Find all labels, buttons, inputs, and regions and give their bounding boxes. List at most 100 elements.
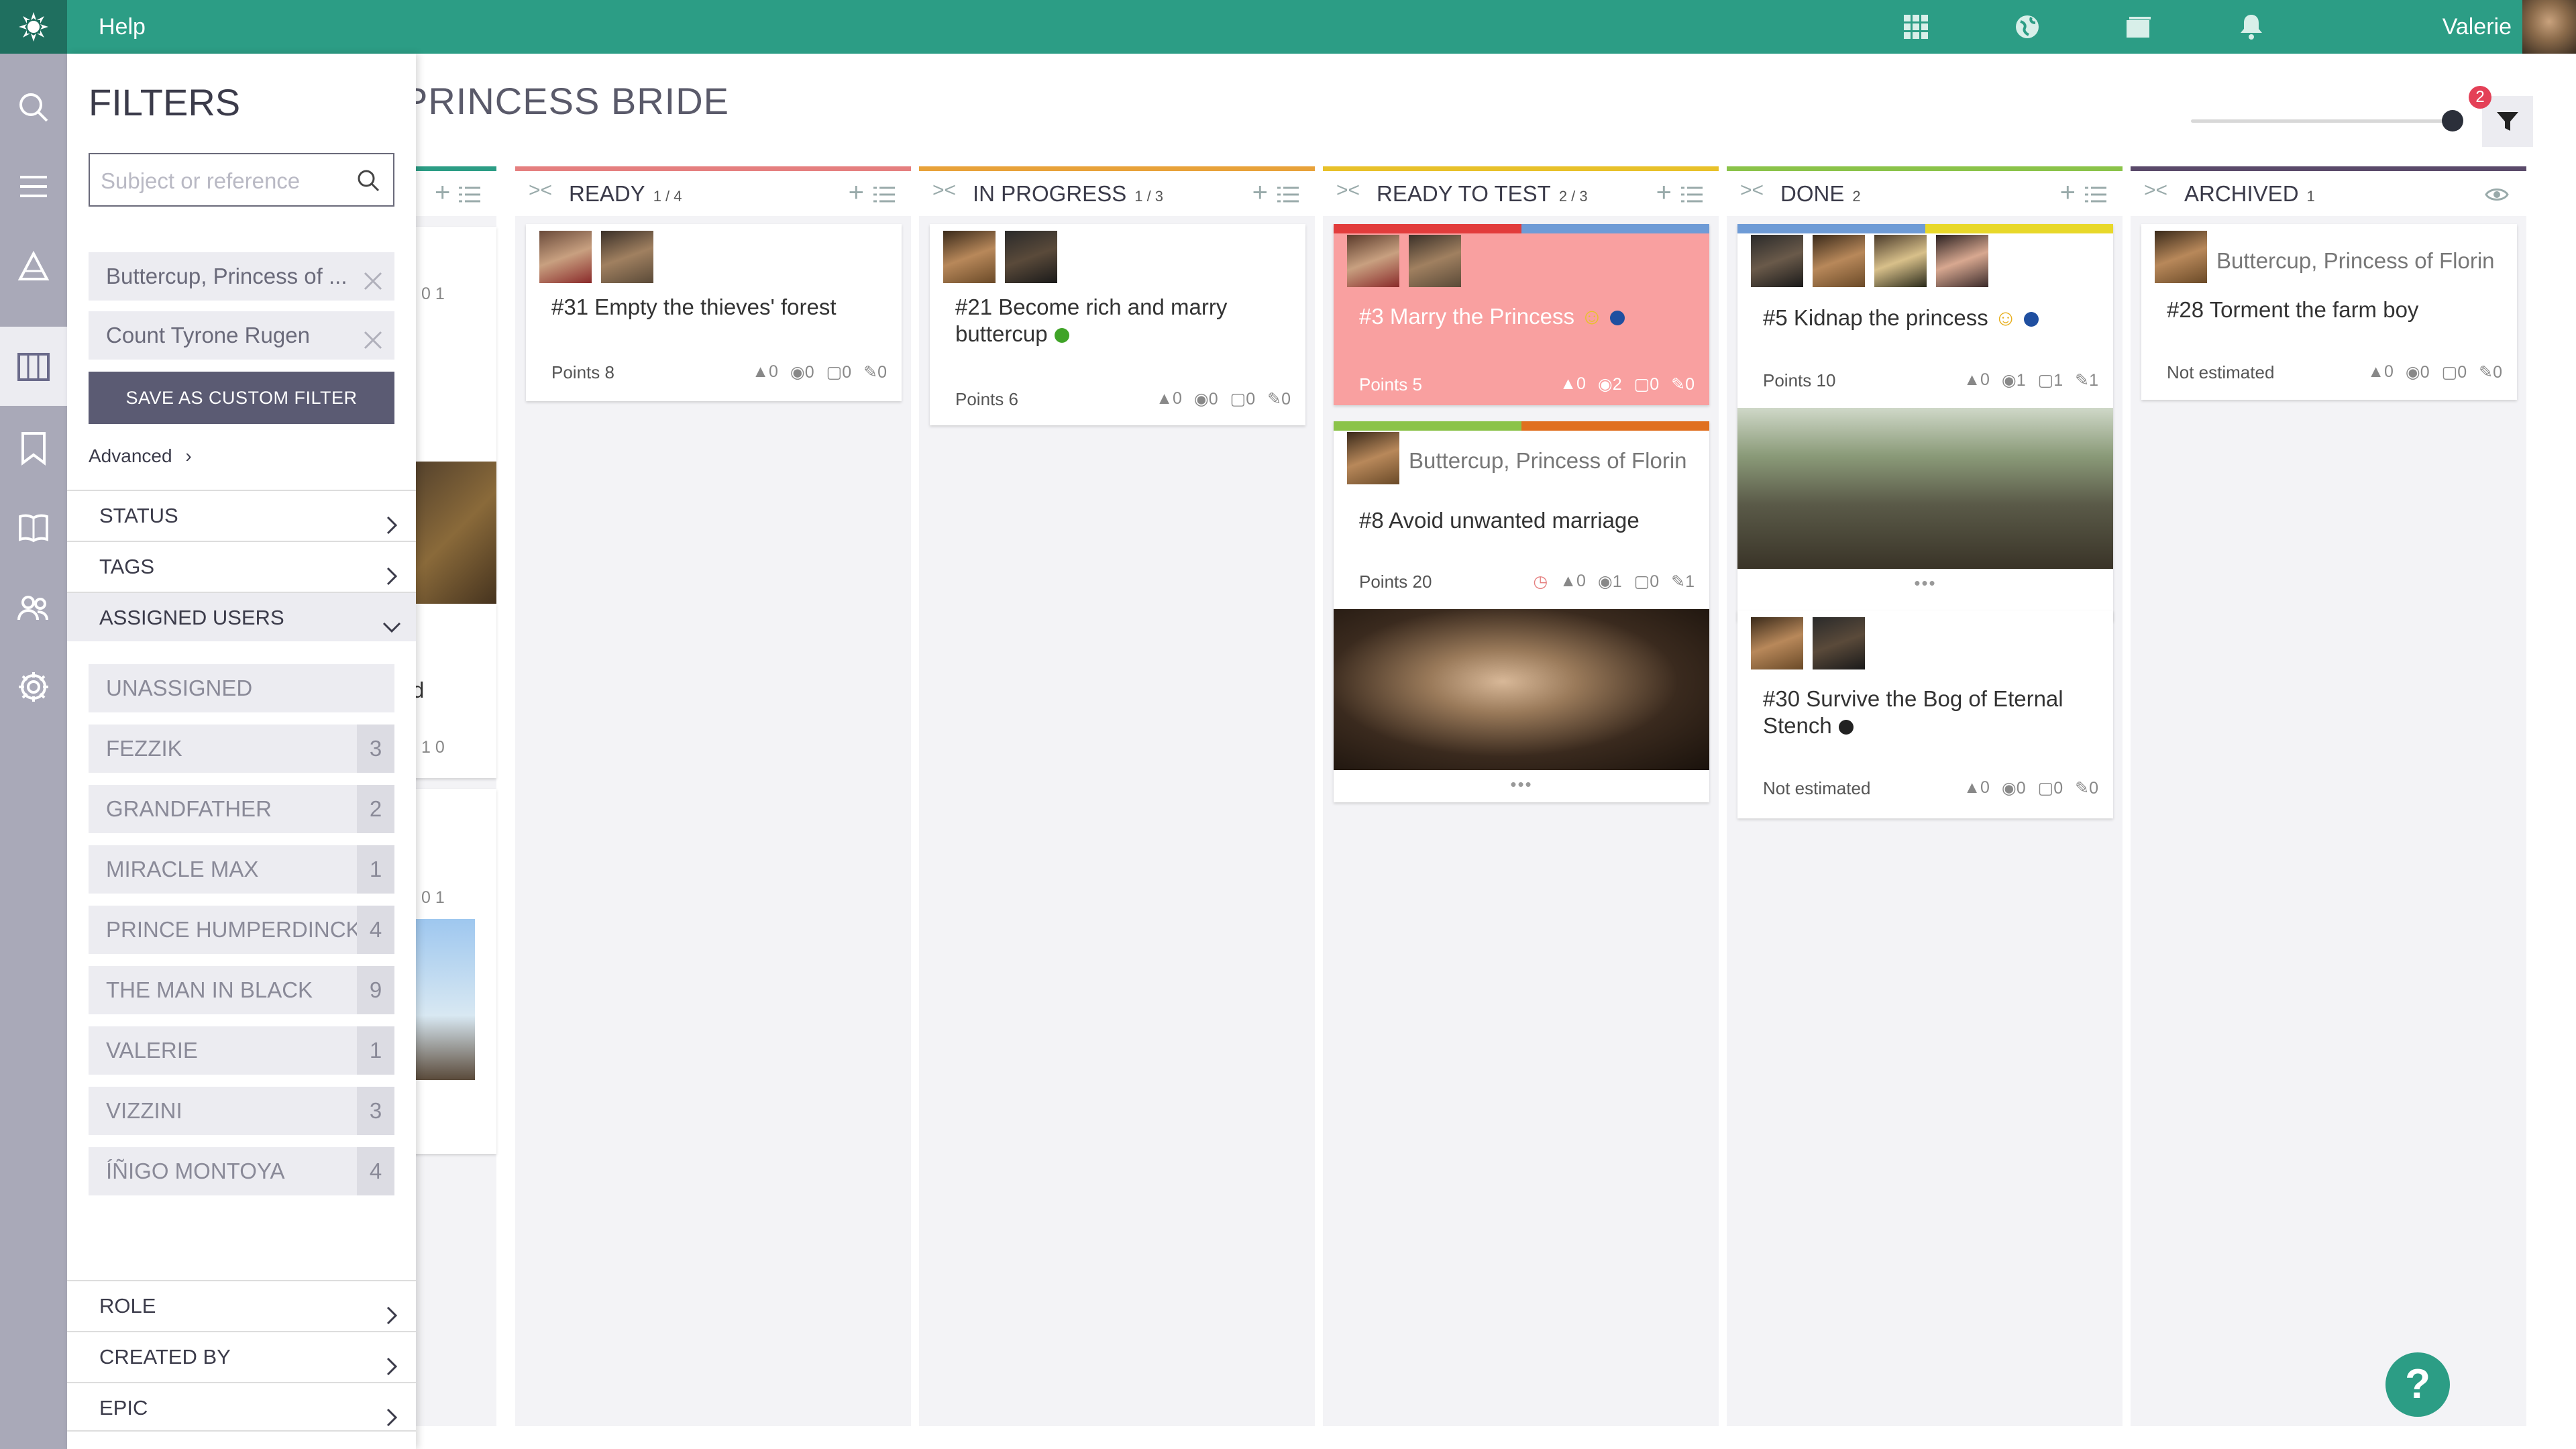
card-title[interactable]: #28 Torment the farm boy (2167, 297, 2418, 323)
save-custom-filter-button[interactable]: SAVE AS CUSTOM FILTER (89, 372, 394, 424)
search-icon[interactable] (15, 89, 52, 126)
assigned-avatar[interactable] (1005, 231, 1057, 283)
team-icon[interactable] (15, 589, 52, 627)
fold-column-icon[interactable]: >< (529, 179, 552, 202)
column-menu-icon[interactable] (459, 186, 480, 203)
user-avatar[interactable] (2522, 0, 2576, 54)
user-name[interactable]: Valerie (2443, 0, 2512, 54)
column-menu-icon[interactable] (1277, 186, 1299, 203)
card-title[interactable]: #21 Become rich and marry buttercup (955, 294, 1291, 347)
filter-section-assigned-users[interactable]: ASSIGNED USERS (67, 592, 416, 641)
remove-filter-icon[interactable] (360, 322, 386, 350)
user-filter-item[interactable]: VALERIE 1 (89, 1026, 394, 1075)
fold-column-icon[interactable]: >< (1740, 179, 1764, 202)
projects-icon[interactable] (2123, 11, 2155, 43)
card-title[interactable]: #31 Empty the thieves' forest (551, 294, 837, 321)
user-filter-item[interactable]: FEZZIK 3 (89, 724, 394, 773)
user-filter-item[interactable]: MIRACLE MAX 1 (89, 845, 394, 894)
card-30[interactable]: #30 Survive the Bog of Eternal Stench No… (1737, 610, 2113, 818)
filter-section-tags[interactable]: TAGS (67, 541, 416, 590)
kanban-column-done: >< DONE 2 + #5 Kidnap the princess ☺ Poin… (1727, 166, 2123, 1426)
card-title[interactable]: #30 Survive the Bog of Eternal Stench (1763, 686, 2098, 739)
user-filter-item[interactable]: GRANDFATHER 2 (89, 785, 394, 833)
column-header: >< IN PROGRESS 1 / 3 + (919, 166, 1315, 216)
help-menu[interactable]: Help (99, 0, 146, 54)
bell-icon[interactable] (2235, 11, 2267, 43)
card-31[interactable]: #31 Empty the thieves' forest Points 8 ▲… (526, 224, 902, 401)
card-8[interactable]: Buttercup, Princess of Florin #8 Avoid u… (1334, 421, 1709, 802)
search-icon[interactable] (356, 168, 381, 193)
assigned-avatar[interactable] (1936, 235, 1988, 287)
logo-icon[interactable] (0, 0, 67, 54)
user-filter-unassigned[interactable]: UNASSIGNED (89, 664, 394, 712)
epic-avatar (2155, 231, 2207, 283)
assigned-avatar[interactable] (539, 231, 592, 283)
user-filter-item[interactable]: THE MAN IN BLACK 9 (89, 966, 394, 1014)
assigned-avatar[interactable] (943, 231, 996, 283)
zoom-slider-track[interactable] (2191, 119, 2453, 123)
bookmark-icon[interactable] (15, 429, 52, 467)
assigned-avatar[interactable] (1751, 617, 1803, 669)
chevron-right-icon (381, 1346, 402, 1376)
card-stats: ▲0 ◉0 ▢0 ✎0 (752, 362, 887, 382)
assigned-avatar[interactable] (1813, 617, 1865, 669)
eye-icon[interactable] (2485, 186, 2509, 207)
filter-search-input[interactable] (101, 168, 342, 195)
smiley-icon: ☺ (1580, 304, 1603, 329)
card-epic[interactable]: Buttercup, Princess of Florin (1409, 448, 1687, 474)
assigned-avatar[interactable] (601, 231, 653, 283)
help-fab-button[interactable]: ? (2385, 1352, 2450, 1417)
user-filter-item[interactable]: ÍÑIGO MONTOYA 4 (89, 1147, 394, 1195)
wiki-icon[interactable] (15, 508, 52, 546)
kanban-column-in-progress: >< IN PROGRESS 1 / 3 + #21 Become rich an… (919, 166, 1315, 1426)
card-title[interactable]: #3 Marry the Princess ☺ (1359, 303, 1625, 330)
add-card-icon[interactable]: + (435, 178, 450, 208)
settings-gear-icon[interactable] (15, 668, 52, 706)
card-stats: ▲0 ◉0 ▢0 ✎0 (1156, 389, 1291, 409)
active-filter-chip: Buttercup, Princess of ... (89, 252, 394, 301)
filter-section-role[interactable]: ROLE (67, 1280, 416, 1330)
filter-section-created-by[interactable]: CREATED BY (67, 1331, 416, 1381)
add-card-icon[interactable]: + (1656, 178, 1672, 208)
kanban-icon[interactable] (15, 347, 52, 385)
card-points: Points 6 (955, 389, 1018, 409)
add-card-icon[interactable]: + (2060, 178, 2076, 208)
user-filter-item[interactable]: PRINCE HUMPERDINCK 4 (89, 906, 394, 954)
remove-filter-icon[interactable] (360, 263, 386, 290)
apps-grid-icon[interactable] (1900, 11, 1932, 43)
assigned-avatar[interactable] (1347, 235, 1399, 287)
column-menu-icon[interactable] (1681, 186, 1703, 203)
globe-icon[interactable] (2011, 11, 2043, 43)
column-menu-icon[interactable] (2085, 186, 2106, 203)
epics-icon[interactable] (15, 248, 52, 286)
assigned-avatar[interactable] (1409, 235, 1461, 287)
card-5[interactable]: #5 Kidnap the princess ☺ Points 10 ▲0 ◉1 ▢… (1737, 224, 2113, 621)
fold-column-icon[interactable]: >< (932, 179, 956, 202)
filter-toggle-button[interactable] (2482, 96, 2533, 147)
card-21[interactable]: #21 Become rich and marry buttercup Poin… (930, 224, 1305, 425)
card-28[interactable]: Buttercup, Princess of Florin #28 Tormen… (2141, 224, 2517, 400)
fold-column-icon[interactable]: >< (2144, 179, 2167, 202)
assigned-avatar[interactable] (1874, 235, 1927, 287)
filter-search-box[interactable] (89, 153, 394, 207)
filter-section-epic[interactable]: EPIC (67, 1382, 416, 1432)
assigned-avatar[interactable] (1751, 235, 1803, 287)
card-title[interactable]: #8 Avoid unwanted marriage (1359, 507, 1640, 534)
user-filter-item[interactable]: VIZZINI 3 (89, 1087, 394, 1135)
card-epic[interactable]: Buttercup, Princess of Florin (2216, 248, 2495, 274)
column-menu-icon[interactable] (873, 186, 895, 203)
add-card-icon[interactable]: + (849, 178, 864, 208)
card-points: Points 8 (551, 362, 614, 382)
backlog-icon[interactable] (15, 168, 52, 205)
column-title: ARCHIVED 1 (2184, 181, 2315, 206)
filter-section-status[interactable]: STATUS (67, 490, 416, 539)
add-card-icon[interactable]: + (1252, 178, 1268, 208)
assigned-avatar[interactable] (1813, 235, 1865, 287)
card-title[interactable]: #5 Kidnap the princess ☺ (1763, 305, 2039, 331)
more-dots-icon[interactable]: ••• (1334, 774, 1709, 795)
fold-column-icon[interactable]: >< (1336, 179, 1360, 202)
card-3[interactable]: #3 Marry the Princess ☺ Points 5 ▲0 ◉2 ▢0 ✎… (1334, 224, 1709, 405)
more-dots-icon[interactable]: ••• (1737, 573, 2113, 594)
zoom-slider-knob[interactable] (2442, 110, 2463, 131)
advanced-link[interactable]: Advanced › (89, 445, 192, 467)
